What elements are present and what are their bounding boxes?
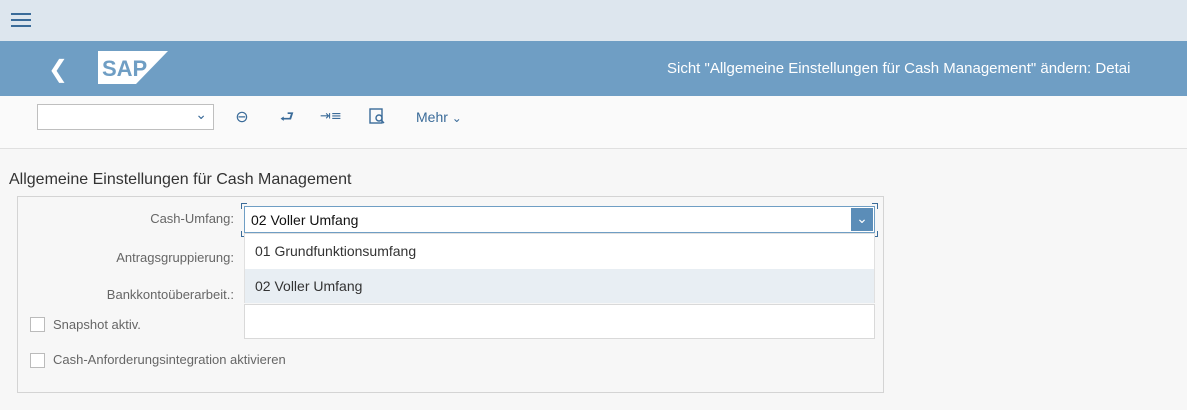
display-icon[interactable] xyxy=(366,106,388,128)
more-label: Mehr xyxy=(416,109,448,125)
dropdown-list: 01 Grundfunktionsumfang 02 Voller Umfang xyxy=(244,233,875,303)
option-label: 02 Voller Umfang xyxy=(255,278,363,294)
page-title: Sicht "Allgemeine Einstellungen für Cash… xyxy=(667,60,1131,77)
cash-anforderung-label: Cash-Anforderungsintegration aktivieren xyxy=(53,352,286,367)
cash-umfang-value: 02 Voller Umfang xyxy=(251,212,359,228)
snapshot-checkbox[interactable] xyxy=(30,317,45,332)
dropdown-option[interactable]: 01 Grundfunktionsumfang xyxy=(245,234,874,268)
empty-field[interactable] xyxy=(244,304,875,339)
cash-umfang-label: Cash-Umfang: xyxy=(150,211,234,226)
minus-circle-icon[interactable]: ⊖ xyxy=(232,106,252,128)
chevron-down-icon: ⌄ xyxy=(451,111,462,125)
undo-icon[interactable]: ⮐ xyxy=(277,106,297,128)
back-icon[interactable]: ❮ xyxy=(44,55,72,83)
section-title: Allgemeine Einstellungen für Cash Manage… xyxy=(9,171,352,188)
option-label: 01 Grundfunktionsumfang xyxy=(255,243,417,259)
chevron-down-icon[interactable]: ⌄ xyxy=(851,208,873,231)
toolbar: ⌄ ⊖ ⮐ ⇥≡ Mehr ⌄ xyxy=(0,96,1187,149)
sap-logo: SAP xyxy=(98,51,168,84)
cash-umfang-combobox[interactable]: 02 Voller Umfang ⌄ xyxy=(244,206,875,233)
focus-corner xyxy=(872,203,878,209)
toolbar-select[interactable]: ⌄ xyxy=(37,104,214,130)
chevron-down-icon: ⌄ xyxy=(195,107,207,123)
shell-topbar xyxy=(0,0,1187,41)
dropdown-option-selected[interactable]: 02 Voller Umfang xyxy=(245,269,874,303)
menu-icon[interactable] xyxy=(11,9,31,31)
sap-logo-text: SAP xyxy=(102,56,147,81)
antragsgruppierung-label: Antragsgruppierung: xyxy=(116,250,234,265)
snapshot-label: Snapshot aktiv. xyxy=(53,317,141,332)
cash-anforderung-checkbox[interactable] xyxy=(30,353,45,368)
app-header: ❮ SAP Sicht "Allgemeine Einstellungen fü… xyxy=(0,41,1187,96)
focus-corner xyxy=(241,203,247,209)
more-button[interactable]: Mehr ⌄ xyxy=(416,109,462,125)
bankkonto-label: Bankkontoüberarbeit.: xyxy=(106,287,234,302)
indent-icon[interactable]: ⇥≡ xyxy=(320,106,342,128)
